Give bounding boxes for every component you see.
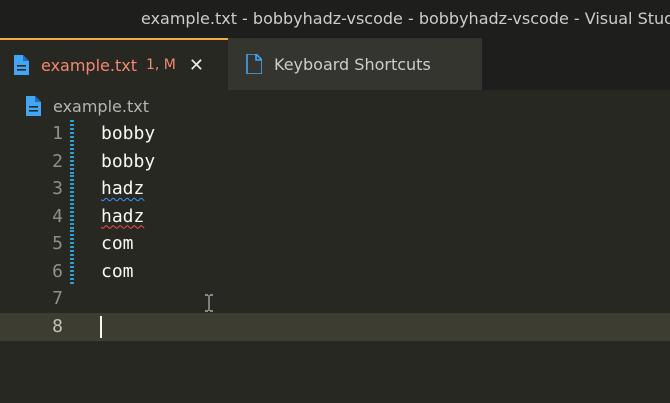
close-icon[interactable]: ✕ [189,55,204,76]
dirty-diff-indicator[interactable] [70,175,74,203]
line-text[interactable]: bobby [101,148,155,176]
editor-line: 1 bobby [0,120,670,148]
line-number: 1 [52,123,63,144]
editor-text-area[interactable]: 1 bobby 2 bobby 3 hadz 4 hadz 5 com 6 co… [0,120,670,403]
dirty-diff-indicator[interactable] [70,120,74,148]
breadcrumb[interactable]: example.txt [0,92,670,120]
editor-line: 3 hadz [0,175,670,203]
editor-line: 4 hadz [0,202,670,231]
ibeam-cursor-icon [205,294,213,312]
window-title: example.txt - bobbyhadz-vscode - bobbyha… [141,9,670,28]
line-number: 4 [52,205,63,227]
line-number: 6 [52,260,63,282]
file-icon [14,55,29,75]
line-number: 8 [52,316,63,337]
breadcrumb-file-label: example.txt [53,96,149,116]
tab-label: example.txt [41,55,137,75]
editor-line: 5 com [0,230,670,258]
dirty-diff-indicator[interactable] [70,147,74,175]
editor-line: 7 [0,285,670,313]
tab-label: Keyboard Shortcuts [274,54,431,74]
line-text-info-squiggle[interactable]: hadz [101,175,144,203]
file-icon [26,96,41,116]
problems-modified-badge: 1, M [145,57,176,73]
editor-line: 2 bobby [0,147,670,176]
dirty-diff-indicator[interactable] [70,202,74,230]
file-icon [246,54,262,74]
line-number: 7 [52,288,63,309]
text-cursor [100,316,102,338]
editor-line: 6 com [0,257,670,286]
tab-keyboard-shortcuts[interactable]: Keyboard Shortcuts [228,38,482,90]
editor-current-line: 8 [0,313,670,341]
tab-bar: example.txt 1, M ✕ Keyboard Shortcuts [0,38,670,90]
title-bar: example.txt - bobbyhadz-vscode - bobbyha… [0,0,670,38]
dirty-diff-indicator[interactable] [70,257,74,285]
line-number: 3 [52,178,63,199]
line-number: 2 [52,150,63,172]
line-text[interactable]: com [101,230,134,258]
tab-example-txt[interactable]: example.txt 1, M ✕ [0,38,228,90]
line-text[interactable]: bobby [101,120,155,148]
dirty-diff-indicator[interactable] [70,230,74,258]
line-text[interactable]: com [101,258,134,286]
line-text-error-squiggle[interactable]: hadz [101,203,144,231]
line-number: 5 [52,233,63,254]
